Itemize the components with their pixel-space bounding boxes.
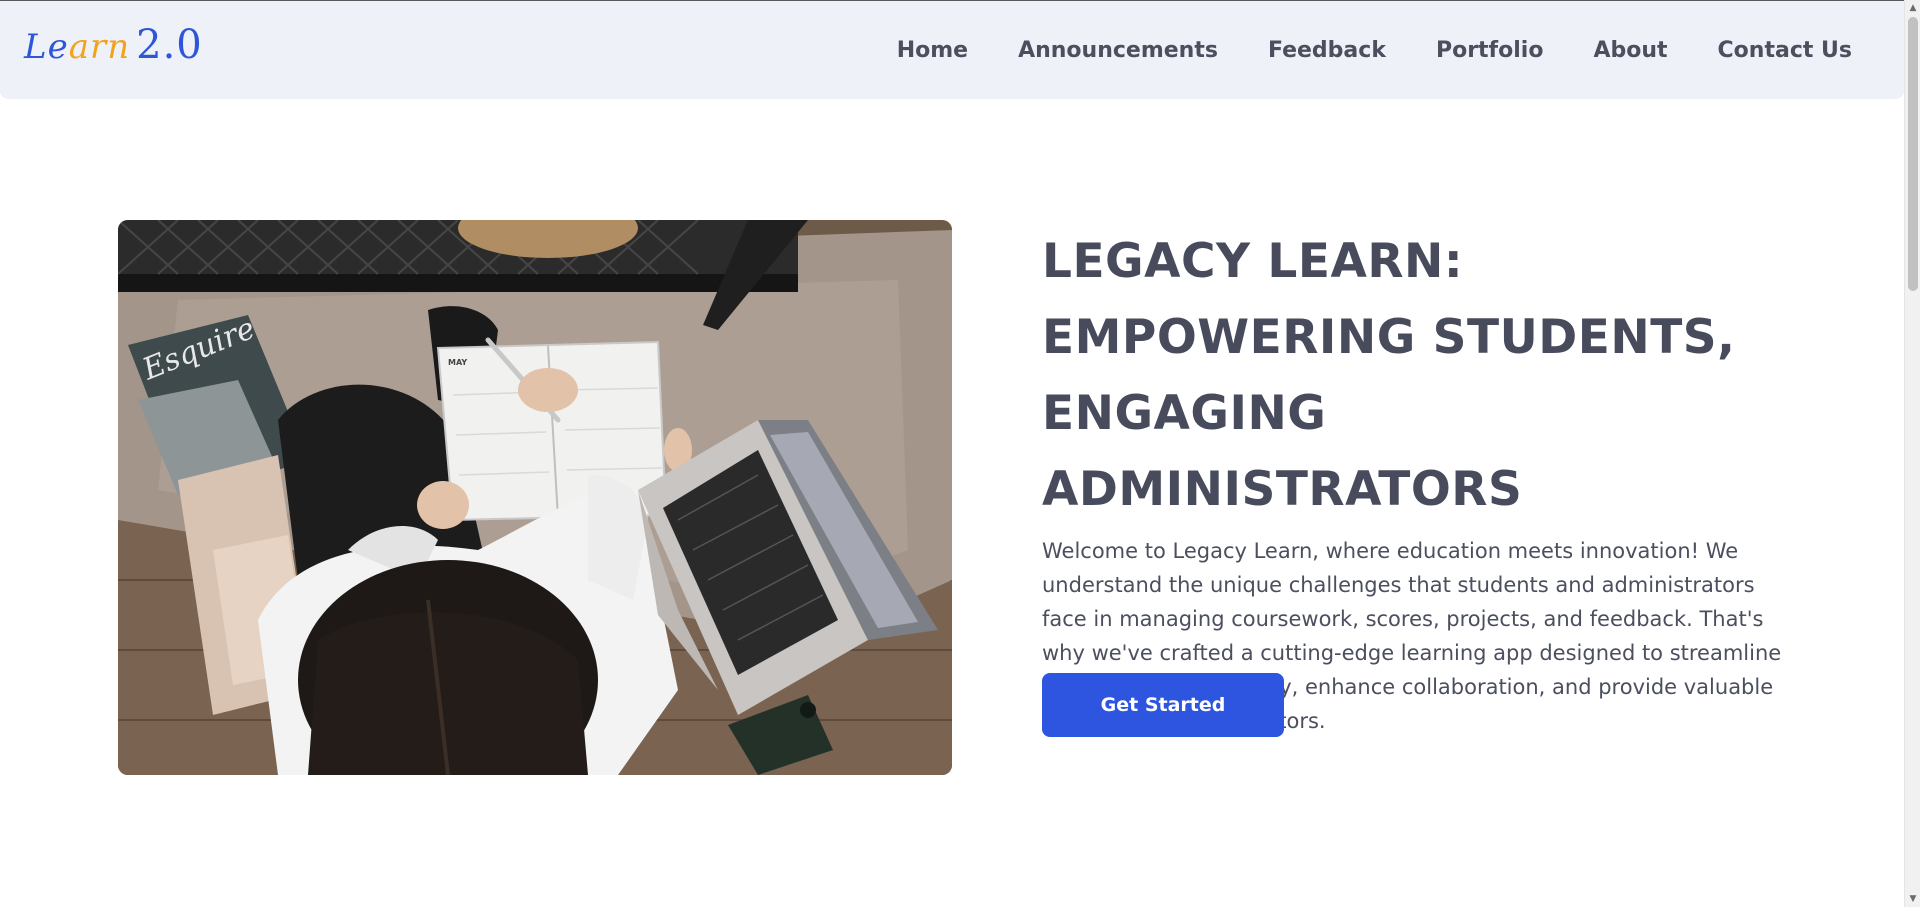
logo-text-main: Le xyxy=(24,27,69,67)
get-started-button[interactable]: Get Started xyxy=(1042,673,1284,737)
page-scrollbar[interactable]: ▲ ▼ xyxy=(1904,0,1920,907)
hero-text: LEGACY LEARN: EMPOWERING STUDENTS, ENGAG… xyxy=(1042,224,1802,738)
logo-version: 2.0 xyxy=(136,22,203,68)
hero-title: LEGACY LEARN: EMPOWERING STUDENTS, ENGAG… xyxy=(1042,234,1736,517)
nav-home[interactable]: Home xyxy=(897,34,968,68)
scroll-down-icon[interactable]: ▼ xyxy=(1905,891,1920,907)
nav-about[interactable]: About xyxy=(1593,34,1667,68)
nav-announcements[interactable]: Announcements xyxy=(1018,34,1218,68)
nav-feedback[interactable]: Feedback xyxy=(1268,34,1386,68)
logo-text-accent: arn xyxy=(68,27,131,67)
planner-month: MAY xyxy=(448,358,467,367)
site-header: Learn 2.0 Home Announcements Feedback Por… xyxy=(0,0,1904,99)
page: Learn 2.0 Home Announcements Feedback Por… xyxy=(0,0,1920,907)
site-logo[interactable]: Learn 2.0 xyxy=(24,21,203,71)
study-photo-icon: Esquire MAY xyxy=(118,220,952,775)
scroll-up-icon[interactable]: ▲ xyxy=(1905,0,1920,16)
hero-image: Esquire MAY xyxy=(118,220,952,775)
scroll-thumb[interactable] xyxy=(1908,17,1918,291)
nav-contact-us[interactable]: Contact Us xyxy=(1718,34,1852,68)
main-nav: Home Announcements Feedback Portfolio Ab… xyxy=(897,34,1852,68)
nav-portfolio[interactable]: Portfolio xyxy=(1436,34,1544,68)
